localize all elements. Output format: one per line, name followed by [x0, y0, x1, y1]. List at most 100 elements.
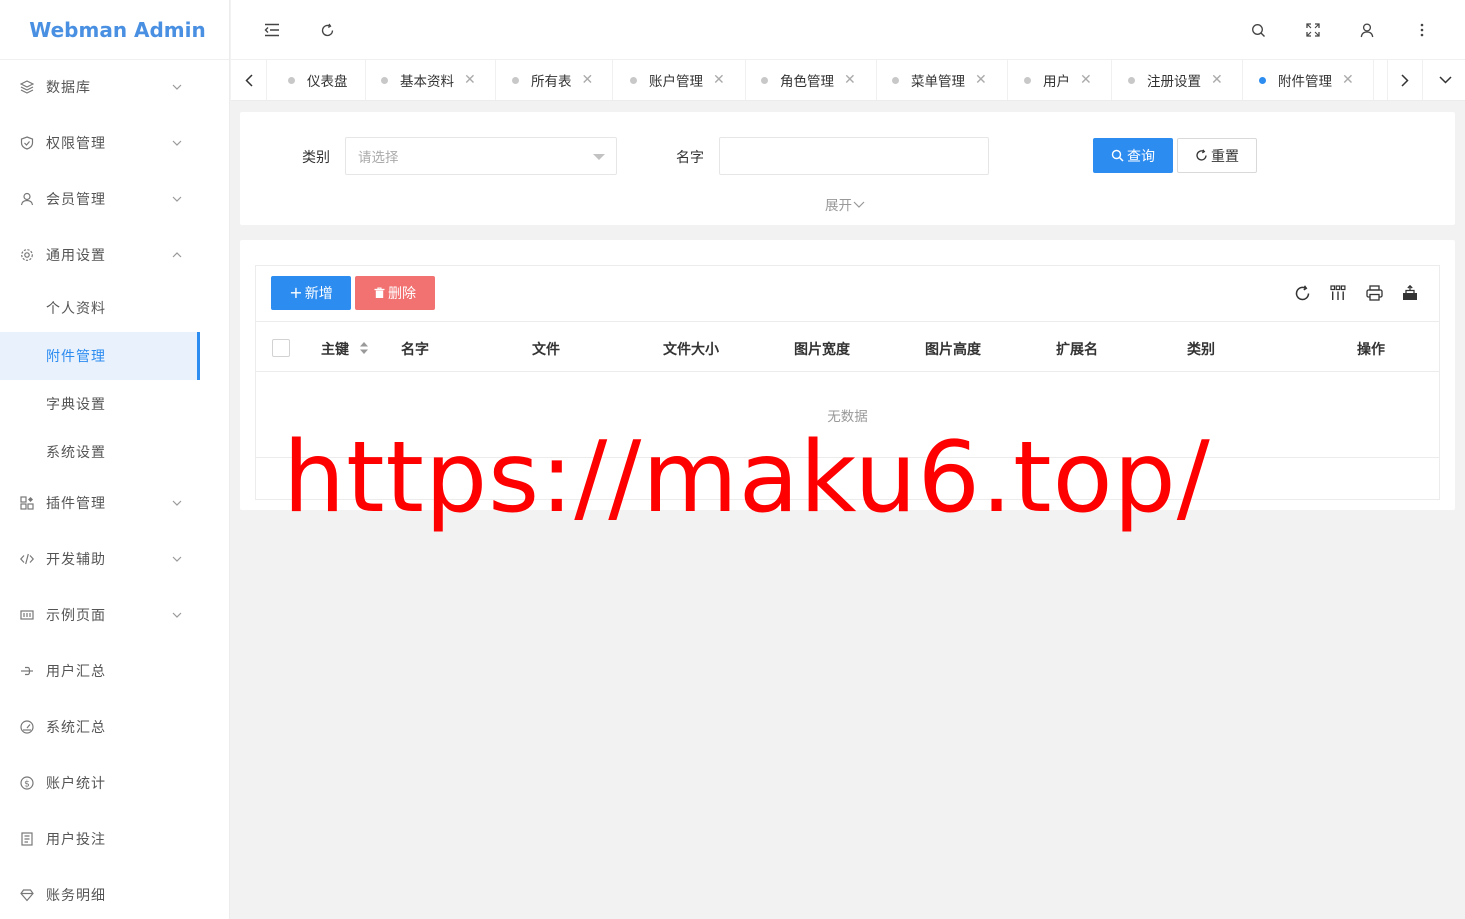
close-icon[interactable]: ✕	[1211, 72, 1223, 88]
sidebar-subitem-dictionary[interactable]: 字典设置	[0, 380, 200, 428]
column-header-name: 名字	[401, 342, 429, 358]
trash-icon	[374, 287, 385, 299]
dashboard-icon	[20, 720, 34, 734]
tab-dot	[288, 76, 295, 84]
search-panel: 类别 请选择 名字 查询 重置 展开	[240, 112, 1455, 225]
delete-button[interactable]: 删除	[355, 276, 435, 310]
refresh-icon[interactable]	[315, 18, 339, 42]
column-header-actions: 操作	[1357, 342, 1385, 358]
tab-scroll-right[interactable]	[1387, 60, 1423, 100]
column-header-file-size: 文件大小	[663, 342, 719, 358]
query-label: 查询	[1127, 148, 1155, 165]
sidebar-subitem-system-settings[interactable]: 系统设置	[0, 428, 200, 476]
tab-users[interactable]: 用户 ✕	[1008, 60, 1112, 100]
sidebar-item-label: 账务明细	[46, 888, 106, 904]
column-header-id[interactable]: 主键	[321, 339, 349, 359]
svg-text:$: $	[24, 780, 30, 790]
columns-icon[interactable]	[1327, 282, 1349, 304]
name-input[interactable]	[719, 137, 989, 175]
more-vertical-icon[interactable]	[1410, 18, 1434, 42]
tab-dot	[1259, 76, 1266, 84]
category-select[interactable]: 请选择	[345, 137, 617, 175]
chevron-down-icon	[168, 140, 186, 146]
sidebar-item-permissions[interactable]: 权限管理	[0, 119, 200, 167]
close-icon[interactable]: ✕	[1080, 72, 1092, 88]
column-header-image-height: 图片高度	[925, 342, 981, 358]
tab-all-tables[interactable]: 所有表 ✕	[496, 60, 613, 100]
expand-toggle[interactable]: 展开	[825, 194, 865, 214]
data-table: + 新增 删除 主键 名字 文件 文件大小 图片宽度 图片高度 扩展名 类别 操…	[255, 265, 1440, 500]
shield-icon	[20, 136, 34, 150]
reset-button[interactable]: 重置	[1177, 138, 1257, 173]
sidebar-item-user-summary[interactable]: 用户汇总	[0, 647, 200, 695]
tab-label: 角色管理	[780, 74, 834, 90]
tab-attachments[interactable]: 附件管理 ✕	[1243, 60, 1374, 100]
refresh-icon[interactable]	[1291, 282, 1313, 304]
search-icon[interactable]	[1246, 18, 1270, 42]
tab-label: 所有表	[531, 74, 572, 90]
column-header-image-width: 图片宽度	[794, 342, 850, 358]
tab-register-settings[interactable]: 注册设置 ✕	[1112, 60, 1243, 100]
sidebar-item-label: 用户汇总	[46, 664, 106, 680]
tab-menus[interactable]: 菜单管理 ✕	[877, 60, 1008, 100]
sidebar-item-general-settings[interactable]: 通用设置	[0, 231, 200, 279]
sidebar-subitem-attachments[interactable]: 附件管理	[0, 332, 200, 380]
select-all-checkbox[interactable]	[272, 339, 290, 357]
sidebar-item-system-summary[interactable]: 系统汇总	[0, 703, 200, 751]
close-icon[interactable]: ✕	[1342, 72, 1354, 88]
sidebar: Webman Admin 数据库 权限管理 会员管理 通用设置 个人资料 附件管…	[0, 0, 230, 919]
sidebar-item-plugins[interactable]: 插件管理	[0, 479, 200, 527]
print-icon[interactable]	[1363, 282, 1385, 304]
tab-dashboard[interactable]: 仪表盘	[268, 60, 366, 100]
add-button[interactable]: + 新增	[271, 276, 351, 310]
close-icon[interactable]: ✕	[582, 72, 594, 88]
template-icon	[20, 608, 34, 622]
sidebar-item-user-bets[interactable]: 用户投注	[0, 815, 200, 863]
sidebar-item-label: 开发辅助	[46, 552, 106, 568]
chain-icon	[20, 664, 34, 678]
category-label: 类别	[302, 150, 330, 166]
sidebar-item-examples[interactable]: 示例页面	[0, 591, 200, 639]
column-header-category: 类别	[1187, 342, 1215, 358]
delete-label: 删除	[388, 286, 416, 302]
receipt-icon	[20, 832, 34, 846]
sort-icon[interactable]	[359, 341, 369, 355]
tab-scroll-left[interactable]	[231, 60, 267, 100]
tab-accounts[interactable]: 账户管理 ✕	[613, 60, 746, 100]
reset-label: 重置	[1211, 148, 1239, 165]
app-logo[interactable]: Webman Admin	[0, 0, 229, 60]
tab-menu-dropdown[interactable]	[1427, 60, 1463, 100]
search-icon	[1111, 149, 1124, 162]
close-icon[interactable]: ✕	[464, 72, 476, 88]
query-button[interactable]: 查询	[1093, 138, 1173, 173]
tab-label: 注册设置	[1147, 74, 1201, 90]
sidebar-item-ledger[interactable]: 账务明细	[0, 871, 200, 919]
sidebar-item-dev-tools[interactable]: 开发辅助	[0, 535, 200, 583]
sidebar-item-label: 用户投注	[46, 832, 106, 848]
collapse-menu-icon[interactable]	[260, 18, 284, 42]
sidebar-item-label: 通用设置	[46, 248, 106, 264]
close-icon[interactable]: ✕	[713, 72, 725, 88]
layers-icon	[20, 80, 34, 94]
tab-dot	[892, 76, 899, 84]
column-header-file: 文件	[532, 342, 560, 358]
tab-basic-info[interactable]: 基本资料 ✕	[366, 60, 496, 100]
tab-dot	[1024, 76, 1031, 84]
sidebar-subitem-profile[interactable]: 个人资料	[0, 284, 200, 332]
sidebar-item-members[interactable]: 会员管理	[0, 175, 200, 223]
tab-dot	[512, 76, 519, 84]
table-header: 主键 名字 文件 文件大小 图片宽度 图片高度 扩展名 类别 操作	[256, 321, 1439, 372]
close-icon[interactable]: ✕	[844, 72, 856, 88]
sidebar-item-label: 账户统计	[46, 776, 106, 792]
fullscreen-icon[interactable]	[1301, 18, 1325, 42]
tab-bar: 仪表盘 基本资料 ✕ 所有表 ✕ 账户管理 ✕ 角色管理 ✕ 菜单管理 ✕ 用户…	[231, 60, 1465, 101]
export-icon[interactable]	[1399, 282, 1421, 304]
diamond-icon	[20, 888, 34, 902]
close-icon[interactable]: ✕	[975, 72, 987, 88]
sidebar-item-database[interactable]: 数据库	[0, 63, 200, 111]
sidebar-item-account-stats[interactable]: $ 账户统计	[0, 759, 200, 807]
tab-dot	[381, 76, 388, 84]
tab-roles[interactable]: 角色管理 ✕	[746, 60, 877, 100]
user-icon[interactable]	[1355, 18, 1379, 42]
sidebar-item-label: 数据库	[46, 80, 91, 96]
